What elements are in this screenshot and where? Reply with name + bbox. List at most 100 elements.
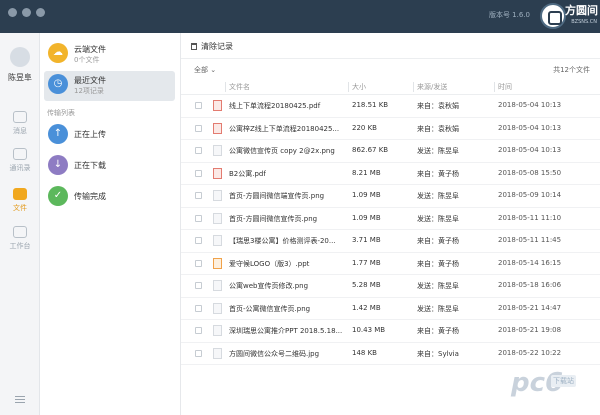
- column-header-source[interactable]: 来源/发送: [417, 82, 447, 92]
- table-row[interactable]: 深圳瑞思公寓推介PPT 2018.5.18... 10.43 MB 来自：黄子杨 20…: [181, 320, 600, 343]
- ppt-file-icon: [213, 257, 222, 269]
- row-checkbox[interactable]: [195, 192, 202, 199]
- file-table-body: 线上下单流程20180425.pdf 218.51 KB 来自：袁秋娟 2018-05…: [181, 95, 600, 365]
- file-size: 5.28 MB: [352, 281, 381, 289]
- pdf-file-icon: [213, 100, 222, 111]
- row-checkbox[interactable]: [195, 349, 202, 357]
- file-name[interactable]: 公寓梓Z线上下单流程20180425...: [229, 124, 350, 134]
- row-checkbox[interactable]: [195, 282, 202, 289]
- filter-label: 全部: [194, 66, 208, 74]
- file-source: 来自：黄子杨: [417, 169, 459, 178]
- column-divider: [348, 82, 349, 92]
- filter-dropdown[interactable]: 全部 ⌄: [194, 65, 216, 75]
- file-name[interactable]: 公寓web宣传页修改.png: [229, 281, 350, 291]
- file-source: 来自：黄子杨: [417, 237, 459, 245]
- file-name[interactable]: 首页-方圆间微信端宣传页.png: [229, 191, 350, 201]
- file-size: 220 KB: [352, 123, 377, 132]
- avatar[interactable]: [10, 47, 30, 67]
- upload-icon: ↑: [48, 124, 68, 144]
- file-name[interactable]: B2公寓.pdf: [229, 169, 350, 179]
- row-checkbox[interactable]: [195, 124, 202, 132]
- image-file-icon: [213, 235, 222, 246]
- file-nav-panel: ☁ 云端文件 0个文件 ◷ 最近文件 12项记录 传输列表 ↑ 正在上传 ↓ 正…: [40, 33, 181, 415]
- file-name[interactable]: 首页-公寓微信宣传页.png: [229, 304, 350, 314]
- table-row[interactable]: 首页-方圆间微信端宣传页.png 1.09 MB 发送：陈昱阜 2018-05-09 …: [181, 185, 600, 208]
- window-minimize-dot[interactable]: [22, 8, 31, 17]
- row-checkbox[interactable]: [195, 237, 202, 244]
- table-row[interactable]: 首页-方圆间微信宣传页.png 1.09 MB 发送：陈昱阜 2018-05-11 1…: [181, 208, 600, 230]
- file-name[interactable]: 深圳瑞思公寓推介PPT 2018.5.18...: [229, 326, 350, 336]
- file-size: 1.09 MB: [352, 213, 381, 222]
- nav-item-recent-files[interactable]: ◷ 最近文件 12项记录: [44, 71, 175, 101]
- nav-item-uploading[interactable]: ↑ 正在上传: [44, 121, 175, 151]
- file-source: 来自：Sylvia: [417, 349, 459, 358]
- table-row[interactable]: 公寓梓Z线上下单流程20180425... 220 KB 来自：袁秋娟 2018-05…: [181, 118, 600, 140]
- nav-item-cloud-files[interactable]: ☁ 云端文件 0个文件: [44, 40, 175, 70]
- file-name[interactable]: 公寓微信宣传页 copy 2@2x.png: [229, 146, 350, 156]
- file-size: 8.21 MB: [352, 168, 381, 177]
- file-name[interactable]: 线上下单流程20180425.pdf: [229, 101, 350, 111]
- table-row[interactable]: 方圆间微信公众号二维码.jpg 148 KB 来自：Sylvia 2018-05-22…: [181, 343, 600, 365]
- rail-item-files[interactable]: 文件: [0, 188, 40, 213]
- image-file-icon: [213, 280, 222, 291]
- chat-icon: [13, 111, 27, 123]
- row-checkbox[interactable]: [195, 327, 202, 334]
- nav-item-downloading[interactable]: ↓ 正在下载: [44, 152, 175, 182]
- logo-icon: [540, 3, 566, 29]
- rail-item-workbench[interactable]: 工作台: [0, 226, 40, 251]
- file-time: 2018-05-04 10:13: [498, 123, 562, 132]
- rail-item-label: 工作台: [9, 242, 31, 250]
- logo-subtext: BZSNS.CN: [571, 19, 597, 25]
- trash-icon: [191, 43, 197, 50]
- nav-item-completed[interactable]: ✓ 传输完成: [44, 183, 175, 213]
- image-file-icon: [213, 212, 222, 224]
- table-row[interactable]: 公寓web宣传页修改.png 5.28 MB 发送：陈昱阜 2018-05-18 16…: [181, 275, 600, 298]
- file-source: 来自：黄子杨: [417, 327, 459, 335]
- download-icon: ↓: [48, 155, 68, 175]
- image-file-icon: [213, 145, 222, 156]
- rail-item-label: 消息: [13, 127, 27, 135]
- table-header: 文件名 大小 来源/发送 时间: [181, 79, 600, 95]
- row-checkbox[interactable]: [195, 259, 202, 267]
- image-file-icon: [213, 190, 222, 201]
- row-checkbox[interactable]: [195, 169, 202, 177]
- menu-icon[interactable]: [15, 396, 25, 397]
- row-checkbox[interactable]: [195, 214, 202, 222]
- image-file-icon: [213, 302, 222, 314]
- file-source: 来自：袁秋娟: [417, 102, 459, 110]
- row-checkbox[interactable]: [195, 147, 202, 154]
- app-window: 版本号 1.6.0 方圆间 BZSNS.CN 陈昱阜 消息 通讯录 文件 工作台…: [0, 0, 600, 415]
- clear-records-button[interactable]: 清除记录: [191, 41, 233, 52]
- row-checkbox[interactable]: [195, 304, 202, 312]
- window-close-dot[interactable]: [8, 8, 17, 17]
- clock-icon: ◷: [48, 74, 68, 94]
- table-row[interactable]: 爱守候LOGO（版3）.ppt 1.77 MB 来自：黄子杨 2018-05-14 1…: [181, 253, 600, 275]
- column-divider: [413, 82, 414, 92]
- table-row[interactable]: 线上下单流程20180425.pdf 218.51 KB 来自：袁秋娟 2018-05…: [181, 95, 600, 118]
- row-checkbox[interactable]: [195, 102, 202, 109]
- file-name[interactable]: 【瑞思3楼公寓】价格测评表-20...: [229, 236, 350, 246]
- nav-item-title: 云端文件: [74, 45, 106, 54]
- file-source: 来自：黄子杨: [417, 259, 459, 268]
- watermark-badge: 下载站: [551, 375, 576, 387]
- table-row[interactable]: 首页-公寓微信宣传页.png 1.42 MB 发送：陈昱阜 2018-05-21 14…: [181, 298, 600, 320]
- file-name[interactable]: 方圆间微信公众号二维码.jpg: [229, 349, 350, 359]
- rail-item-messages[interactable]: 消息: [0, 111, 40, 136]
- pdf-file-icon: [213, 122, 222, 134]
- table-row[interactable]: B2公寓.pdf 8.21 MB 来自：黄子杨 2018-05-08 15:50: [181, 163, 600, 185]
- file-size: 10.43 MB: [352, 326, 386, 334]
- nav-item-subtitle: 12项记录: [74, 87, 104, 95]
- column-header-time[interactable]: 时间: [498, 82, 512, 92]
- table-row[interactable]: 公寓微信宣传页 copy 2@2x.png 862.67 KB 发送：陈昱阜 2018…: [181, 140, 600, 163]
- table-row[interactable]: 【瑞思3楼公寓】价格测评表-20... 3.71 MB 来自：黄子杨 2018-05-…: [181, 230, 600, 253]
- window-maximize-dot[interactable]: [36, 8, 45, 17]
- column-header-size[interactable]: 大小: [352, 82, 366, 92]
- nav-item-title: 正在上传: [74, 130, 106, 139]
- column-header-name[interactable]: 文件名: [229, 82, 250, 92]
- rail-item-contacts[interactable]: 通讯录: [0, 148, 40, 173]
- rail-item-label: 通讯录: [9, 164, 31, 172]
- transfer-section-title: 传输列表: [47, 109, 75, 117]
- file-name[interactable]: 爱守候LOGO（版3）.ppt: [229, 259, 350, 269]
- file-size: 3.71 MB: [352, 236, 381, 244]
- file-name[interactable]: 首页-方圆间微信宣传页.png: [229, 214, 350, 224]
